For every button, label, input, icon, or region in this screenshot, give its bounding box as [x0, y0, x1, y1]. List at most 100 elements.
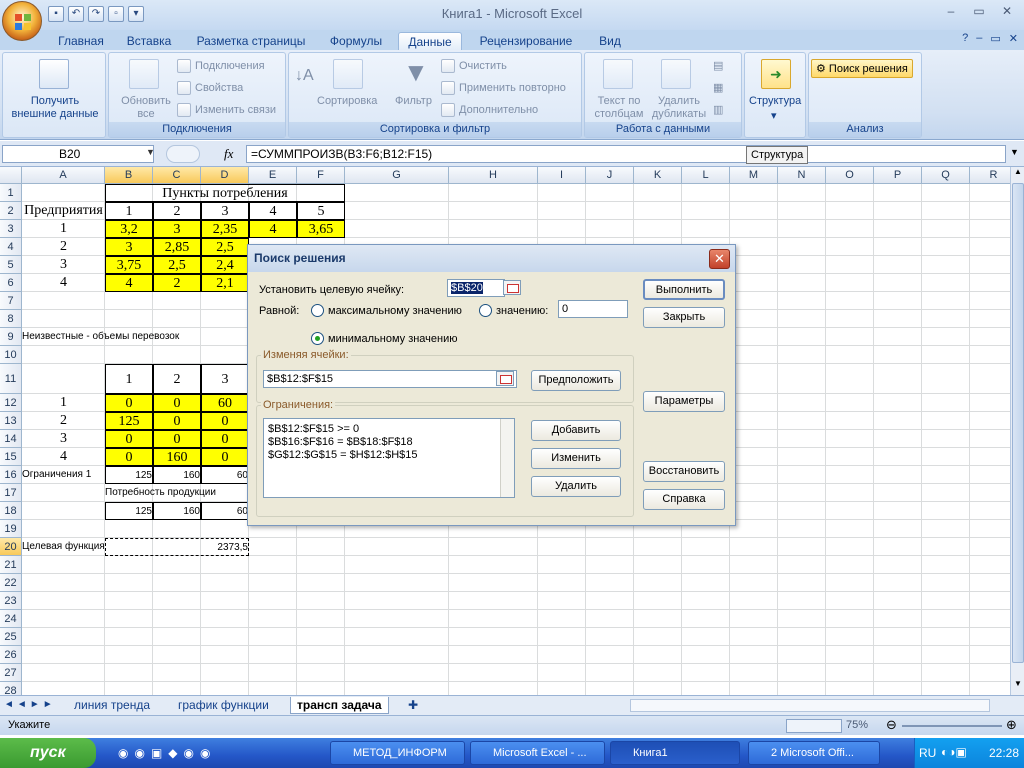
cell-volume[interactable]: 0 — [201, 448, 249, 466]
tab-home[interactable]: Главная — [50, 32, 112, 50]
cell-header[interactable]: 2 — [153, 202, 201, 220]
row-header[interactable]: 15 — [0, 448, 22, 466]
row-header[interactable]: 26 — [0, 646, 22, 664]
cell-value[interactable]: 60 — [201, 502, 249, 520]
scroll-up-icon[interactable]: ▲ — [1012, 167, 1024, 181]
row-header[interactable]: 3 — [0, 220, 22, 238]
cell-header[interactable]: 2 — [153, 364, 201, 394]
row-header[interactable]: 20 — [0, 538, 22, 556]
cell-cost[interactable]: 3,75 — [105, 256, 153, 274]
minimize-icon[interactable]: – — [976, 32, 982, 45]
close-icon[interactable]: ✕ — [709, 249, 730, 269]
help-icon[interactable]: ? — [962, 32, 968, 45]
constraints-list[interactable]: $B$12:$F$15 >= 0 $B$16:$F$16 = $B$18:$F$… — [263, 418, 515, 498]
cell-label[interactable]: Неизвестные - объемы перевозок — [22, 328, 201, 346]
cell-cost[interactable]: 4 — [105, 274, 153, 292]
text-to-columns-button[interactable]: Текст по столбцам — [589, 95, 649, 121]
cell-label[interactable]: 2 — [22, 238, 105, 256]
constraints-scrollbar[interactable] — [500, 419, 514, 497]
row-header[interactable]: 12 — [0, 394, 22, 412]
sheet-tab-trendline[interactable]: линия тренда — [68, 697, 156, 714]
get-external-data-button[interactable]: Получить внешние данные — [7, 95, 103, 121]
solve-button[interactable]: Выполнить — [643, 279, 725, 300]
solver-button[interactable]: ⚙ Поиск решения — [811, 59, 913, 78]
cell-volume[interactable]: 125 — [105, 412, 153, 430]
cell-cost[interactable]: 2,35 — [201, 220, 249, 238]
constraint-item[interactable]: $G$12:$G$15 = $H$12:$H$15 — [268, 449, 510, 462]
cell-value[interactable]: 125 — [105, 502, 153, 520]
row-header[interactable]: 13 — [0, 412, 22, 430]
minimize-icon[interactable]: – — [938, 2, 964, 20]
office-button[interactable] — [2, 1, 42, 41]
tab-review[interactable]: Рецензирование — [470, 32, 582, 50]
name-box[interactable]: B20 — [2, 145, 154, 163]
column-header[interactable]: J — [586, 167, 634, 184]
sheet-tab-transport[interactable]: трансп задача — [290, 697, 389, 714]
zoom-out-icon[interactable]: ⊖ — [886, 717, 897, 733]
tab-data[interactable]: Данные — [398, 32, 462, 50]
row-header[interactable]: 22 — [0, 574, 22, 592]
row-header[interactable]: 17 — [0, 484, 22, 502]
taskbar-item-excel[interactable]: Microsoft Excel - ... — [470, 741, 605, 765]
cell-label[interactable]: 1 — [22, 394, 105, 412]
collapse-dialog-icon[interactable] — [503, 280, 521, 295]
cell-cost[interactable]: 3 — [105, 238, 153, 256]
tab-formulas[interactable]: Формулы — [320, 32, 392, 50]
restore-icon[interactable]: ▭ — [966, 2, 992, 20]
cell-volume[interactable]: 60 — [201, 394, 249, 412]
row-header[interactable]: 5 — [0, 256, 22, 274]
consolidate-icon[interactable]: ▦ — [713, 81, 723, 94]
row-header[interactable]: 2 — [0, 202, 22, 220]
row-header[interactable]: 8 — [0, 310, 22, 328]
filter-button[interactable]: Фильтр — [395, 95, 432, 107]
cell-value[interactable]: 125 — [105, 466, 153, 484]
zoom-in-icon[interactable]: ⊕ — [1006, 717, 1017, 733]
sort-button[interactable]: Сортировка — [317, 95, 377, 107]
zoom-slider[interactable] — [902, 725, 1002, 727]
constraint-item[interactable]: $B$16:$F$16 = $B$18:$F$18 — [268, 436, 510, 449]
column-header[interactable]: H — [449, 167, 538, 184]
cell-value[interactable]: 160 — [153, 502, 201, 520]
scroll-down-icon[interactable]: ▼ — [1012, 679, 1024, 693]
column-header[interactable]: P — [874, 167, 922, 184]
sheet-tab-function-graph[interactable]: график функции — [172, 697, 275, 714]
cell-cost[interactable]: 2,1 — [201, 274, 249, 292]
cell-header[interactable]: 1 — [105, 364, 153, 394]
cell-value[interactable]: 160 — [153, 466, 201, 484]
column-header[interactable]: B — [105, 167, 153, 184]
cell-cost[interactable]: 4 — [249, 220, 297, 238]
cell-volume[interactable]: 0 — [201, 412, 249, 430]
close-icon[interactable]: ✕ — [994, 2, 1020, 20]
restore-icon[interactable]: ▭ — [990, 32, 1000, 45]
cell-volume[interactable]: 0 — [153, 394, 201, 412]
scroll-thumb[interactable] — [1012, 183, 1024, 663]
tab-insert[interactable]: Вставка — [118, 32, 180, 50]
connections-button[interactable]: Подключения — [177, 59, 265, 73]
cell-header[interactable]: 3 — [201, 364, 249, 394]
tab-view[interactable]: Вид — [590, 32, 630, 50]
close-icon[interactable]: ✕ — [1009, 32, 1018, 45]
quick-launch-icons[interactable]: ◉◉▣◆◉◉ — [118, 746, 216, 760]
row-header[interactable]: 4 — [0, 238, 22, 256]
name-box-dropdown-icon[interactable]: ▼ — [146, 147, 155, 157]
column-header[interactable]: N — [778, 167, 826, 184]
reset-button[interactable]: Восстановить — [643, 461, 725, 482]
cell-label[interactable]: 4 — [22, 274, 105, 292]
row-header[interactable]: 11 — [0, 364, 22, 394]
start-button[interactable]: пуск — [0, 738, 96, 768]
column-header[interactable]: O — [826, 167, 874, 184]
column-header[interactable]: K — [634, 167, 682, 184]
taskbar-item-book1[interactable]: Книга1 — [610, 741, 740, 765]
row-header[interactable]: 25 — [0, 628, 22, 646]
reapply-button[interactable]: Применить повторно — [441, 81, 566, 95]
row-header[interactable]: 6 — [0, 274, 22, 292]
cell-cost[interactable]: 2 — [153, 274, 201, 292]
formula-input[interactable]: =СУММПРОИЗВ(B3:F6;B12:F15) — [246, 145, 1006, 163]
row-header[interactable]: 9 — [0, 328, 22, 346]
cell-label[interactable]: 3 — [22, 430, 105, 448]
cell-volume[interactable]: 0 — [105, 430, 153, 448]
insert-function-icon[interactable]: fx — [224, 146, 233, 162]
delete-button[interactable]: Удалить — [531, 476, 621, 497]
max-radio[interactable] — [311, 304, 324, 317]
cell-label[interactable]: 3 — [22, 256, 105, 274]
